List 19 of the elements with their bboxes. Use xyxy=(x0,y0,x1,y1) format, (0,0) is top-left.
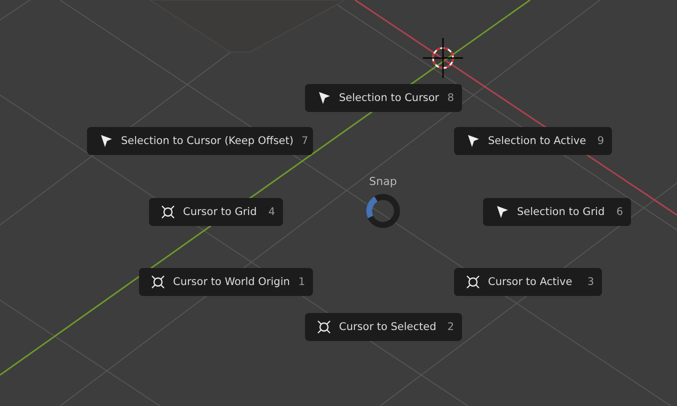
pointer-icon xyxy=(466,134,480,148)
pointer-icon xyxy=(99,134,113,148)
cursor-icon xyxy=(151,275,165,289)
pie-menu-title: Snap xyxy=(368,175,398,188)
cursor-icon xyxy=(317,320,331,334)
pie-menu-item[interactable]: Selection to Cursor (Keep Offset) 7 xyxy=(87,127,313,155)
pie-menu-item[interactable]: Selection to Grid 6 xyxy=(483,198,631,226)
pie-menu-item[interactable]: Cursor to Selected 2 xyxy=(305,313,462,341)
cursor-icon xyxy=(161,205,175,219)
direction-ring-icon xyxy=(363,191,403,231)
pie-menu-item[interactable]: Cursor to World Origin 1 xyxy=(139,268,313,296)
pointer-icon xyxy=(317,91,331,105)
3d-cursor-icon xyxy=(423,38,463,78)
pie-menu-item[interactable]: Selection to Cursor 8 xyxy=(305,84,462,112)
pie-menu-item[interactable]: Cursor to Active 3 xyxy=(454,268,602,296)
cursor-icon xyxy=(466,275,480,289)
pointer-icon xyxy=(495,205,509,219)
pie-menu-item[interactable]: Selection to Active 9 xyxy=(454,127,612,155)
pie-menu-item[interactable]: Cursor to Grid 4 xyxy=(149,198,283,226)
